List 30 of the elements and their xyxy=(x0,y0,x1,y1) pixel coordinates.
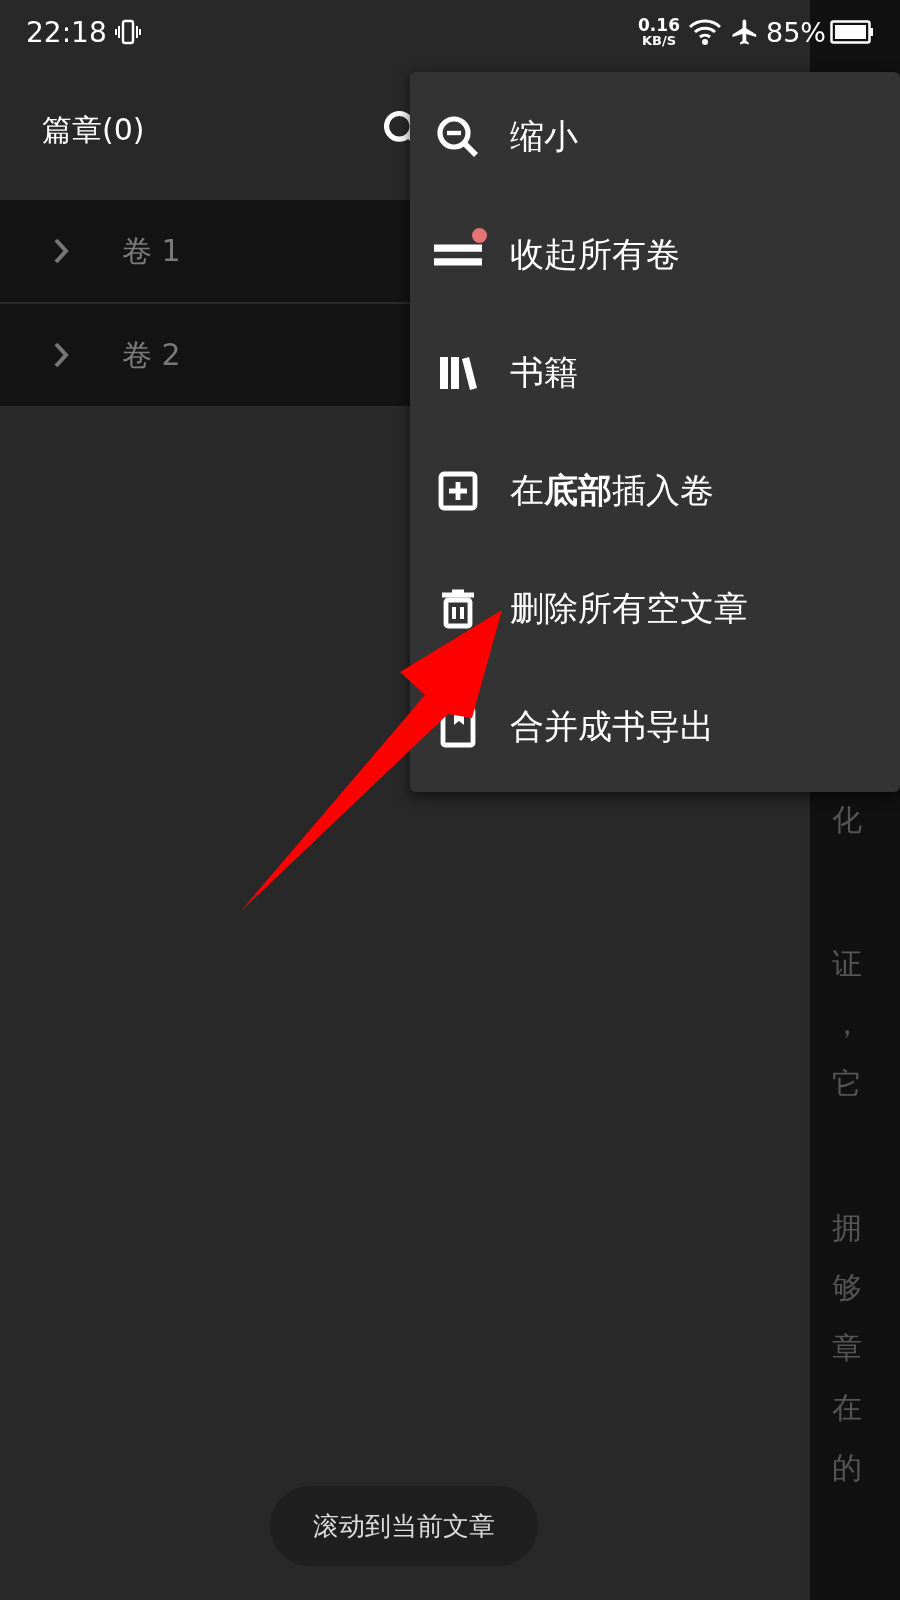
menu-label: 书籍 xyxy=(510,351,578,394)
toast-message: 滚动到当前文章 xyxy=(270,1486,538,1566)
menu-label: 删除所有空文章 xyxy=(510,587,748,630)
background-text: 拥 xyxy=(832,1209,863,1247)
menu-label: 缩小 xyxy=(510,115,578,158)
background-text: 够 xyxy=(832,1269,863,1307)
network-speed-unit: KB/S xyxy=(641,34,677,47)
volume-label: 卷 2 xyxy=(122,335,181,374)
menu-item[interactable]: 在底部插入卷 xyxy=(410,432,900,550)
drawer-title: 篇章(0) xyxy=(42,110,145,149)
menu-label: 收起所有卷 xyxy=(510,233,680,276)
background-text: 章 xyxy=(832,1329,863,1367)
background-text: 的 xyxy=(832,1449,863,1487)
background-text: 证 xyxy=(832,945,863,983)
background-text: 在 xyxy=(832,1389,863,1427)
battery-icon xyxy=(830,20,874,44)
vibrate-icon xyxy=(114,17,141,47)
volume-label: 卷 1 xyxy=(122,231,181,270)
menu-item[interactable]: 缩小 xyxy=(410,78,900,196)
menu-item[interactable]: 删除所有空文章 xyxy=(410,550,900,668)
menu-label: 在底部插入卷 xyxy=(510,469,714,512)
double-line-icon xyxy=(434,244,482,266)
network-speed: 0.16 xyxy=(638,17,680,34)
background-text: ， xyxy=(832,1005,863,1043)
background-text: 它 xyxy=(832,1065,863,1103)
background-text: 化 xyxy=(832,801,863,839)
battery-percent: 85% xyxy=(766,16,826,48)
wifi-icon xyxy=(688,18,722,46)
status-time: 22:18 xyxy=(26,15,107,49)
menu-label: 合并成书导出 xyxy=(510,705,714,748)
